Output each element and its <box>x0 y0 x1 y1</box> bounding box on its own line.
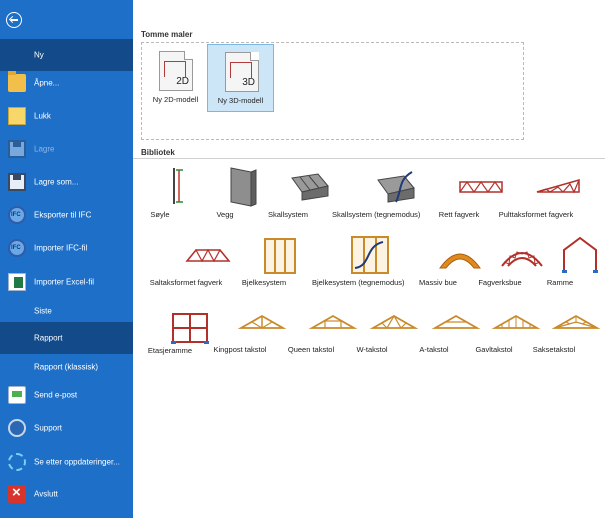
library-item-label: Saksetakstol <box>532 345 576 354</box>
menu-item-close[interactable]: Lukk <box>0 100 133 132</box>
template-2d-model[interactable]: 2D Ny 2D-modell <box>142 44 209 112</box>
menu-item-label: Rapport (klassisk) <box>34 362 99 372</box>
library-item-label: Bjelkesystem (tegnemodus) <box>312 278 405 287</box>
menu-item-import-ifc[interactable]: Importer IFC-fil <box>0 232 133 264</box>
shell-system-icon <box>291 173 329 201</box>
library-item-label: Rett fagverk <box>438 210 480 219</box>
queen-truss-icon <box>308 314 358 329</box>
library-item-label: Pulttaksformet fagverk <box>498 210 574 219</box>
menu-item-label: Eksporter til IFC <box>34 210 92 220</box>
exit-icon <box>8 484 26 503</box>
mono-pitch-truss-icon <box>536 179 580 194</box>
menu-item-label: Support <box>34 423 63 433</box>
menu-item-label: Åpne... <box>34 78 60 88</box>
backstage-sidebar: Ny Åpne... Lukk Lagre Lagre som... Ekspo… <box>0 0 133 518</box>
library-item-label: Saltaksformet fagverk <box>149 278 223 287</box>
column-icon <box>173 168 183 204</box>
folder-icon <box>8 71 26 92</box>
straight-truss-icon <box>459 180 503 194</box>
menu-item-label: Ny <box>34 50 44 60</box>
scissor-truss-icon <box>551 314 601 329</box>
menu-item-report[interactable]: Rapport <box>0 322 133 354</box>
menu-item-support[interactable]: Support <box>0 412 133 444</box>
support-icon <box>8 419 26 437</box>
ifc-export-icon <box>8 206 26 224</box>
solid-arch-icon <box>439 253 481 269</box>
library-item-label: Ramme <box>546 278 574 287</box>
menu-item-save-as[interactable]: Lagre som... <box>0 166 133 198</box>
menu-item-check-updates[interactable]: Se etter oppdateringer... <box>0 446 133 478</box>
menu-item-import-excel[interactable]: Importer Excel-fil <box>0 266 133 298</box>
shell-system-draw-icon <box>377 171 415 203</box>
multistorey-frame-icon <box>171 313 209 344</box>
menu-item-label: Lagre som... <box>34 177 79 187</box>
section-title-library: Bibliotek <box>141 148 175 157</box>
menu-item-label: Rapport <box>34 333 63 343</box>
library-item-label: Skallsystem <box>267 210 308 219</box>
beam-system-icon <box>264 238 296 274</box>
a-truss-icon <box>431 314 481 329</box>
menu-item-label: Siste <box>34 306 52 316</box>
kingpost-truss-icon <box>237 314 287 329</box>
save-as-icon <box>8 173 26 191</box>
menu-item-exit[interactable]: Avslutt <box>0 478 133 510</box>
mail-icon <box>8 386 26 404</box>
template-label: Ny 3D-modell <box>217 96 264 105</box>
w-truss-icon <box>369 314 419 329</box>
excel-import-icon <box>8 273 26 291</box>
menu-item-label: Importer IFC-fil <box>34 243 88 253</box>
library-item-label: Søyle <box>150 210 170 219</box>
update-icon <box>8 453 26 471</box>
menu-item-label: Avslutt <box>34 489 58 499</box>
frame-icon <box>562 236 598 273</box>
menu-item-label: Lagre <box>34 144 55 154</box>
menu-item-send-email[interactable]: Send e-post <box>0 379 133 411</box>
menu-item-save: Lagre <box>0 133 133 165</box>
model-2d-icon: 2D <box>159 51 193 91</box>
template-label: Ny 2D-modell <box>152 95 199 104</box>
menu-item-label: Importer Excel-fil <box>34 277 95 287</box>
wall-icon <box>230 167 257 207</box>
menu-item-label: Se etter oppdateringer... <box>34 457 120 467</box>
menu-item-label: Send e-post <box>34 390 78 400</box>
model-3d-icon: 3D <box>225 52 259 92</box>
menu-item-open[interactable]: Åpne... <box>0 67 133 99</box>
beam-system-draw-icon <box>351 236 389 274</box>
truss-arch-icon <box>501 251 543 267</box>
gable-truss-icon <box>185 248 231 263</box>
templates-panel: 2D Ny 2D-modell 3D Ny 3D-modell <box>141 42 524 140</box>
library-item-label: Skallsystem (tegnemodus) <box>332 210 421 219</box>
menu-item-label: Lukk <box>34 111 51 121</box>
template-3d-model[interactable]: 3D Ny 3D-modell <box>207 44 274 112</box>
library-item-label: Bjelkesystem <box>241 278 287 287</box>
ifc-import-icon <box>8 239 26 257</box>
back-arrow-icon[interactable] <box>6 12 22 28</box>
menu-item-export-ifc[interactable]: Eksporter til IFC <box>0 199 133 231</box>
file-icon <box>8 107 26 125</box>
gable-roof-truss-icon <box>491 314 541 329</box>
save-icon <box>8 140 26 158</box>
divider <box>133 158 605 159</box>
section-title-templates: Tomme maler <box>141 30 193 39</box>
